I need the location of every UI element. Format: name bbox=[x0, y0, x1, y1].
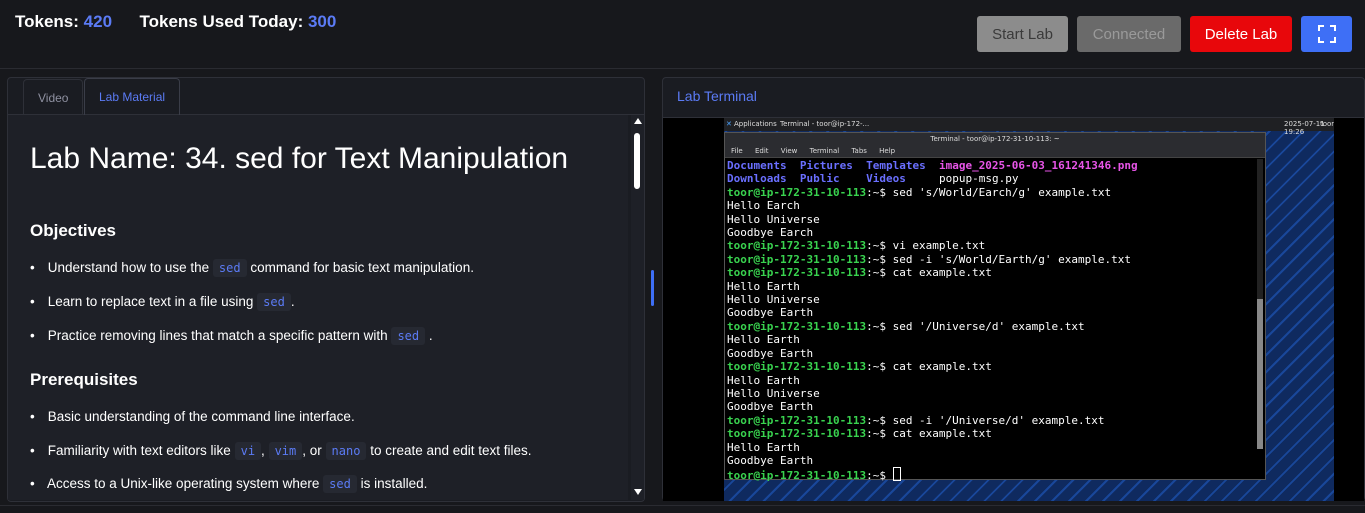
terminal-output-line: Goodbye Earth bbox=[727, 346, 814, 360]
terminal-cursor bbox=[892, 467, 901, 482]
panel-resize-handle[interactable] bbox=[651, 270, 654, 306]
terminal-command-line: toor@ip-172-31-10-113:~$ cat example.txt bbox=[727, 360, 992, 374]
lab-title: Lab Name: 34. sed for Text Manipulation bbox=[30, 142, 569, 175]
user-menu[interactable]: toor bbox=[1320, 120, 1334, 128]
top-bar: Tokens: 420 Tokens Used Today: 300 Start… bbox=[0, 0, 1365, 69]
code-snippet: sed bbox=[257, 293, 291, 311]
terminal-menu-bar: File Edit View Terminal Tabs Help bbox=[725, 146, 1265, 158]
tokens-used-value: 300 bbox=[307, 12, 337, 31]
menu-file[interactable]: File bbox=[731, 147, 743, 155]
fullscreen-icon bbox=[1317, 25, 1336, 43]
list-item: Familiarity with text editors like vi, v… bbox=[30, 442, 532, 460]
start-lab-button[interactable]: Start Lab bbox=[977, 16, 1068, 52]
fullscreen-button[interactable] bbox=[1301, 16, 1352, 52]
scroll-down-icon[interactable] bbox=[634, 489, 642, 495]
desktop-panel: ✕ Applications Terminal - toor@ip-172-..… bbox=[724, 118, 1334, 136]
tokens-used-label: Tokens Used Today: bbox=[139, 12, 304, 31]
content-scrollbar[interactable] bbox=[631, 115, 644, 500]
token-summary: Tokens: 420 Tokens Used Today: 300 bbox=[15, 12, 336, 32]
terminal-command-line: toor@ip-172-31-10-113:~$ cat example.txt bbox=[727, 427, 992, 441]
terminal-output-line: Hello Universe bbox=[727, 386, 820, 400]
connected-button[interactable]: Connected bbox=[1077, 16, 1181, 52]
applications-menu[interactable]: Applications bbox=[734, 120, 777, 128]
xfce-logo-icon[interactable]: ✕ bbox=[726, 120, 732, 128]
terminal-command-line: toor@ip-172-31-10-113:~$ sed -i 's/World… bbox=[727, 252, 1131, 266]
terminal-output-line: Hello Earth bbox=[727, 373, 800, 387]
terminal-output-line: Goodbye Earth bbox=[727, 306, 814, 320]
code-snippet: vim bbox=[268, 442, 303, 460]
list-item: Understand how to use the sed command fo… bbox=[30, 259, 474, 277]
terminal-command-line: toor@ip-172-31-10-113:~$ bbox=[727, 467, 1138, 482]
terminal-panel-title: Lab Terminal bbox=[677, 88, 757, 104]
ls-row: Documents Pictures Templates image_2025-… bbox=[727, 159, 1138, 172]
terminal-window[interactable]: Terminal - toor@ip-172-31-10-113: ~ File… bbox=[724, 132, 1266, 483]
terminal-output-line: Goodbye Earch bbox=[727, 226, 814, 240]
desktop[interactable]: ✕ Applications Terminal - toor@ip-172-..… bbox=[724, 118, 1334, 501]
list-item: Learn to replace text in a file using se… bbox=[30, 293, 295, 311]
tab-lab-material[interactable]: Lab Material bbox=[84, 78, 181, 117]
terminal-command-line: toor@ip-172-31-10-113:~$ sed -i '/Univer… bbox=[727, 413, 1105, 427]
code-snippet: nano bbox=[325, 442, 367, 460]
terminal-output[interactable]: Documents Pictures Templates image_2025-… bbox=[727, 159, 1138, 483]
panel-tabs: Video Lab Material bbox=[8, 78, 644, 117]
code-snippet: sed bbox=[212, 259, 247, 277]
code-snippet: sed bbox=[391, 327, 426, 345]
code-snippet: sed bbox=[323, 475, 357, 493]
terminal-output-line: Hello Earch bbox=[727, 199, 800, 213]
list-item: Access to a Unix-like operating system w… bbox=[30, 475, 427, 493]
tab-video[interactable]: Video bbox=[23, 79, 84, 116]
terminal-output-line: Goodbye Earth bbox=[727, 453, 814, 467]
terminal-command-line: toor@ip-172-31-10-113:~$ sed 's/World/Ea… bbox=[727, 185, 1112, 199]
terminal-output-line: Hello Universe bbox=[727, 293, 820, 307]
terminal-output-line: Hello Earth bbox=[727, 440, 800, 454]
tokens-value: 420 bbox=[83, 12, 113, 31]
menu-tabs[interactable]: Tabs bbox=[851, 147, 867, 155]
lab-terminal-panel: Lab Terminal ✕ Applications Terminal - t… bbox=[662, 77, 1365, 501]
terminal-output-line: Hello Earth bbox=[727, 333, 800, 347]
scrollbar-thumb[interactable] bbox=[634, 133, 640, 189]
remote-desktop-view[interactable]: ✕ Applications Terminal - toor@ip-172-..… bbox=[663, 117, 1364, 501]
list-item: Practice removing lines that match a spe… bbox=[30, 327, 433, 345]
code-snippet: vi bbox=[234, 442, 262, 460]
terminal-output-line: Hello Earth bbox=[727, 279, 800, 293]
list-item: Basic understanding of the command line … bbox=[30, 409, 355, 424]
taskbar-terminal[interactable]: Terminal - toor@ip-172-... bbox=[780, 120, 869, 128]
terminal-window-title: Terminal - toor@ip-172-31-10-113: ~ bbox=[725, 133, 1265, 146]
terminal-command-line: toor@ip-172-31-10-113:~$ sed '/Universe/… bbox=[727, 319, 1085, 333]
menu-edit[interactable]: Edit bbox=[755, 147, 769, 155]
objectives-heading: Objectives bbox=[30, 221, 116, 240]
ls-row: Downloads Public Videos popup-msg.py bbox=[727, 172, 1019, 186]
delete-lab-button[interactable]: Delete Lab bbox=[1190, 16, 1292, 52]
terminal-output-line: Hello Universe bbox=[727, 212, 820, 226]
terminal-scrollbar[interactable] bbox=[1257, 159, 1263, 449]
terminal-command-line: toor@ip-172-31-10-113:~$ vi example.txt bbox=[727, 239, 986, 253]
lab-material-content: Lab Name: 34. sed for Text Manipulation … bbox=[8, 115, 628, 500]
terminal-command-line: toor@ip-172-31-10-113:~$ cat example.txt bbox=[727, 266, 992, 280]
terminal-output-line: Goodbye Earth bbox=[727, 400, 814, 414]
lab-material-panel: Video Lab Material Lab Name: 34. sed for… bbox=[7, 77, 645, 502]
tokens-label: Tokens: bbox=[15, 12, 79, 31]
menu-terminal[interactable]: Terminal bbox=[810, 147, 840, 155]
scroll-up-icon[interactable] bbox=[634, 118, 642, 124]
prerequisites-heading: Prerequisites bbox=[30, 370, 138, 389]
menu-help[interactable]: Help bbox=[879, 147, 895, 155]
menu-view[interactable]: View bbox=[781, 147, 798, 155]
